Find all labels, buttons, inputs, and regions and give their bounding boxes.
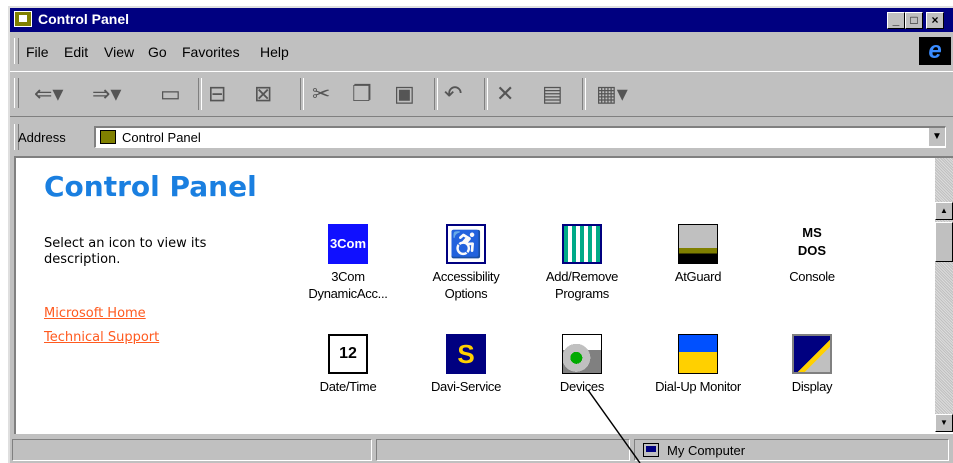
icon-atguard[interactable]: AtGuard	[646, 224, 750, 285]
status-bar: My Computer	[10, 436, 953, 463]
menu-view[interactable]: View	[104, 44, 134, 60]
icon-label: AtGuard	[674, 269, 722, 284]
minimize-button[interactable]: _	[887, 12, 905, 29]
zone-label: My Computer	[667, 443, 746, 458]
vertical-scrollbar[interactable]: ▲ ▼	[935, 158, 953, 432]
dialup-monitor-icon	[678, 334, 718, 374]
forward-icon[interactable]: ⇒▾	[92, 82, 121, 106]
menu-bar: File Edit View Go Favorites Help e	[10, 35, 953, 67]
toolbar-separator	[300, 78, 304, 110]
toolbar-separator	[484, 78, 488, 110]
icon-console[interactable]: MS DOS Console	[760, 224, 864, 285]
icon-display[interactable]: Display	[760, 334, 864, 395]
icon-date-time[interactable]: 12 Date/Time	[296, 334, 400, 395]
devices-icon	[562, 334, 602, 374]
icon-label: Dial-Up Monitor	[655, 379, 741, 394]
3com-icon: 3Com	[328, 224, 368, 264]
copy-icon[interactable]: ❐	[352, 82, 372, 106]
map-drive-icon[interactable]: ⊟	[208, 82, 226, 106]
icon-label: Accessibility Options	[432, 269, 500, 301]
display-icon	[792, 334, 832, 374]
console-icon: MS DOS	[797, 225, 827, 258]
toolbar: ⇐▾ ⇒▾ ▭ ⊟ ⊠ ✂ ❐ ▣ ↶ ✕ ▤ ▦▾	[10, 71, 953, 117]
paste-icon[interactable]: ▣	[394, 82, 415, 106]
davi-service-icon: S	[446, 334, 486, 374]
scrollbar-track[interactable]	[935, 158, 953, 432]
properties-icon[interactable]: ▤	[542, 82, 563, 106]
page-title: Control Panel	[44, 170, 257, 203]
folder-view: Control Panel Select an icon to view its…	[14, 156, 953, 434]
atguard-icon	[678, 224, 718, 264]
add-remove-programs-icon	[562, 224, 602, 264]
toolbar-separator	[582, 78, 586, 110]
icon-label: Date/Time	[319, 379, 377, 394]
views-icon[interactable]: ▦▾	[596, 82, 628, 106]
icon-label: Console	[789, 269, 835, 284]
menu-go[interactable]: Go	[148, 44, 167, 60]
control-panel-window: Control Panel _ □ × File Edit View Go Fa…	[8, 6, 953, 463]
status-panel-main	[12, 439, 372, 461]
icon-label: Davi-Service	[430, 379, 502, 394]
status-panel-middle	[376, 439, 630, 461]
menu-help[interactable]: Help	[260, 44, 289, 60]
icon-label: Add/Remove Programs	[545, 269, 619, 301]
icon-accessibility[interactable]: ♿ Accessibility Options	[414, 224, 518, 302]
description-text: Select an icon to view its description.	[44, 236, 207, 267]
menu-file[interactable]: File	[26, 44, 49, 60]
icon-dialup-monitor[interactable]: Dial-Up Monitor	[646, 334, 750, 395]
undo-icon[interactable]: ↶	[444, 82, 462, 106]
address-bar: Address Control Panel ▼	[10, 122, 953, 152]
icon-label: 3Com DynamicAcc...	[308, 269, 388, 301]
toolbar-separator	[434, 78, 438, 110]
status-panel-zone: My Computer	[634, 439, 949, 461]
back-icon[interactable]: ⇐▾	[34, 82, 63, 106]
icon-label: Display	[791, 379, 833, 394]
cut-icon[interactable]: ✂	[312, 82, 330, 106]
icon-add-remove[interactable]: Add/Remove Programs	[530, 224, 634, 302]
control-panel-icon	[14, 11, 32, 27]
menu-grip	[14, 38, 19, 64]
icon-devices[interactable]: Devices	[530, 334, 634, 395]
disconnect-drive-icon[interactable]: ⊠	[254, 82, 272, 106]
scroll-down-button[interactable]: ▼	[935, 414, 953, 432]
menu-edit[interactable]: Edit	[64, 44, 88, 60]
scroll-up-button[interactable]: ▲	[935, 202, 953, 220]
scrollbar-thumb[interactable]	[935, 222, 953, 262]
control-panel-small-icon	[100, 130, 116, 144]
microsoft-home-link[interactable]: Microsoft Home	[44, 306, 146, 321]
icon-3com[interactable]: 3Com 3Com DynamicAcc...	[296, 224, 400, 302]
close-button[interactable]: ×	[926, 12, 944, 29]
icon-davi-service[interactable]: S Davi-Service	[414, 334, 518, 395]
window-title: Control Panel	[38, 11, 130, 27]
address-input[interactable]: Control Panel ▼	[94, 126, 946, 148]
toolbar-separator	[198, 78, 202, 110]
up-folder-icon[interactable]: ▭	[160, 82, 181, 106]
address-dropdown-button[interactable]: ▼	[928, 128, 945, 146]
my-computer-icon	[643, 443, 659, 457]
ie-logo-icon: e	[919, 37, 951, 65]
technical-support-link[interactable]: Technical Support	[44, 330, 159, 345]
delete-icon[interactable]: ✕	[496, 82, 514, 106]
toolbar-grip	[14, 78, 19, 108]
address-label: Address	[18, 130, 66, 145]
accessibility-icon: ♿	[446, 224, 486, 264]
menu-favorites[interactable]: Favorites	[182, 44, 240, 60]
maximize-button[interactable]: □	[905, 12, 923, 29]
address-value: Control Panel	[122, 130, 201, 145]
icon-label: Devices	[559, 379, 605, 394]
title-bar[interactable]: Control Panel _ □ ×	[10, 8, 953, 32]
date-time-icon: 12	[328, 334, 368, 374]
